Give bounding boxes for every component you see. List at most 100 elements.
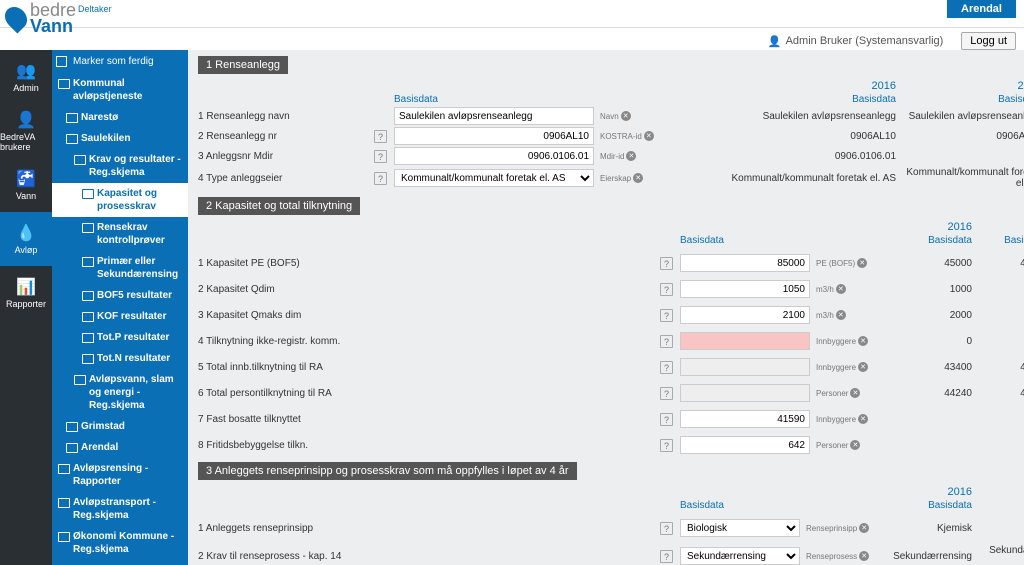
nav-rail: 👥Admin 👤BedreVA brukere 🚰Vann 💧Avløp 📊Ra… [0, 50, 52, 565]
clear-icon[interactable]: ✕ [626, 151, 636, 161]
row-input[interactable] [680, 410, 810, 428]
clear-icon[interactable]: ✕ [836, 284, 846, 294]
clear-icon[interactable]: ✕ [621, 111, 631, 121]
basis-2015[interactable]: Basisdata [978, 235, 1024, 246]
tree-krav[interactable]: Krav og resultater - Reg.skjema [52, 149, 188, 183]
year-2016[interactable]: 2016 [882, 486, 972, 498]
help-icon[interactable]: ? [660, 439, 673, 452]
tree-rensekrav[interactable]: Rensekrav kontrollprøver [52, 217, 188, 251]
clear-icon[interactable]: ✕ [858, 414, 868, 424]
logout-button[interactable]: Logg ut [961, 32, 1016, 50]
row-input[interactable] [680, 436, 810, 454]
year-2015[interactable]: 2015 [902, 80, 1024, 92]
row-select[interactable]: Biologisk [680, 519, 800, 537]
help-icon[interactable]: ? [660, 283, 673, 296]
s1r2-label: 2 Renseanlegg nr [198, 131, 368, 142]
tree-bof5[interactable]: BOF5 resultater [52, 285, 188, 306]
help-icon[interactable]: ? [660, 335, 673, 348]
tree-okonomi[interactable]: Økonomi Kommune - Reg.skjema [52, 526, 188, 560]
row-input[interactable] [680, 332, 810, 350]
basis-left[interactable]: Basisdata [680, 235, 810, 246]
year-2016[interactable]: 2016 [696, 80, 896, 92]
s1r4-select[interactable]: Kommunalt/kommunalt foretak el. AS [394, 169, 594, 187]
help-icon[interactable]: ? [374, 150, 387, 163]
clear-icon[interactable]: ✕ [859, 551, 869, 561]
basis-2015[interactable]: Basisdata [978, 500, 1024, 511]
help-icon[interactable]: ? [660, 257, 673, 270]
tree-naresto[interactable]: Narestø [52, 107, 188, 128]
s1r2-c2: 0906AL10 [902, 131, 1024, 142]
row-label: 7 Fast bosatte tilknyttet [198, 414, 368, 425]
s1r2-input[interactable] [394, 127, 594, 145]
s1r3-input[interactable] [394, 147, 594, 165]
folder-icon [58, 79, 68, 87]
tree-kapasitet[interactable]: Kapasitet og prosesskrav [52, 183, 188, 217]
clear-icon[interactable]: ✕ [850, 388, 860, 398]
clear-icon[interactable]: ✕ [858, 336, 868, 346]
tree-saulekilen[interactable]: Saulekilen [52, 128, 188, 149]
tree-invest[interactable]: Investeringer - Reg.skjema [52, 560, 188, 565]
row-label: 1 Anleggets renseprinsipp [198, 523, 378, 534]
rail-rapporter[interactable]: 📊Rapporter [0, 266, 52, 320]
year-2016[interactable]: 2016 [892, 221, 972, 233]
tree-totn[interactable]: Tot.N resultater [52, 348, 188, 369]
tree-slam[interactable]: Avløpsvann, slam og energi - Reg.skjema [52, 369, 188, 416]
basis-left[interactable]: Basisdata [680, 500, 800, 511]
tree-kof[interactable]: KOF resultater [52, 306, 188, 327]
clear-icon[interactable]: ✕ [858, 362, 868, 372]
basis-2016[interactable]: Basisdata [892, 235, 972, 246]
s1r1-tag: Navn✕ [600, 111, 690, 121]
clear-icon[interactable]: ✕ [644, 131, 654, 141]
topbar: bedreVann Deltaker Arendal [0, 0, 1024, 28]
row-c1: Kjemisk [882, 523, 972, 534]
clear-icon[interactable]: ✕ [836, 310, 846, 320]
row-input[interactable] [680, 384, 810, 402]
rail-avlop[interactable]: 💧Avløp [0, 212, 52, 266]
help-icon[interactable]: ? [660, 550, 673, 563]
help-icon[interactable]: ? [660, 522, 673, 535]
folder-icon [74, 155, 84, 163]
tree-arendal[interactable]: Arendal [52, 437, 188, 458]
basis-2016[interactable]: Basisdata [882, 500, 972, 511]
rail-admin[interactable]: 👥Admin [0, 50, 52, 104]
tree-grimstad[interactable]: Grimstad [52, 416, 188, 437]
clear-icon[interactable]: ✕ [857, 258, 867, 268]
tree-transport[interactable]: Avløpstransport - Reg.skjema [52, 492, 188, 526]
row-input[interactable] [680, 280, 810, 298]
folder-icon [66, 113, 76, 121]
clear-icon[interactable]: ✕ [859, 523, 869, 533]
basis-2016[interactable]: Basisdata [696, 94, 896, 105]
table-row: 4 Tilknytning ikke-registr. komm.?Innbyg… [198, 332, 1014, 350]
year-2015[interactable]: 2015 [978, 221, 1024, 233]
year-2015[interactable]: 2015 [978, 486, 1024, 498]
s1r1-input[interactable] [394, 107, 594, 125]
rail-vann[interactable]: 🚰Vann [0, 158, 52, 212]
help-icon[interactable]: ? [660, 387, 673, 400]
row-input[interactable] [680, 306, 810, 324]
help-icon[interactable]: ? [660, 361, 673, 374]
tree-kommunal[interactable]: Kommunal avløpstjeneste [52, 73, 188, 107]
tree-primar[interactable]: Primær eller Sekundærensing [52, 251, 188, 285]
tree-rensing-rap[interactable]: Avløpsrensing - Rapporter [52, 458, 188, 492]
clear-icon[interactable]: ✕ [850, 440, 860, 450]
table-row: 2 Krav til renseprosess - kap. 14?Sekund… [198, 545, 1014, 565]
row-tag: m3/h✕ [816, 284, 886, 294]
table-row: 6 Total persontilknytning til RA?Persone… [198, 384, 1014, 402]
mark-done[interactable]: Marker som ferdig [52, 54, 188, 73]
s1r3-c1: 0906.0106.01 [696, 151, 896, 162]
help-icon[interactable]: ? [374, 130, 387, 143]
row-input[interactable] [680, 254, 810, 272]
basis-2015[interactable]: Basisdata [902, 94, 1024, 105]
row-select[interactable]: Sekundærrensing [680, 547, 800, 565]
rail-brukere[interactable]: 👤BedreVA brukere [0, 104, 52, 158]
help-icon[interactable]: ? [374, 172, 387, 185]
checkbox-icon[interactable] [56, 56, 67, 67]
help-icon[interactable]: ? [660, 309, 673, 322]
help-icon[interactable]: ? [660, 413, 673, 426]
row-c1: 1000 [892, 284, 972, 295]
basis-left[interactable]: Basisdata [394, 94, 594, 105]
tree-totp[interactable]: Tot.P resultater [52, 327, 188, 348]
row-tag: Personer✕ [816, 388, 886, 398]
row-input[interactable] [680, 358, 810, 376]
clear-icon[interactable]: ✕ [633, 173, 643, 183]
